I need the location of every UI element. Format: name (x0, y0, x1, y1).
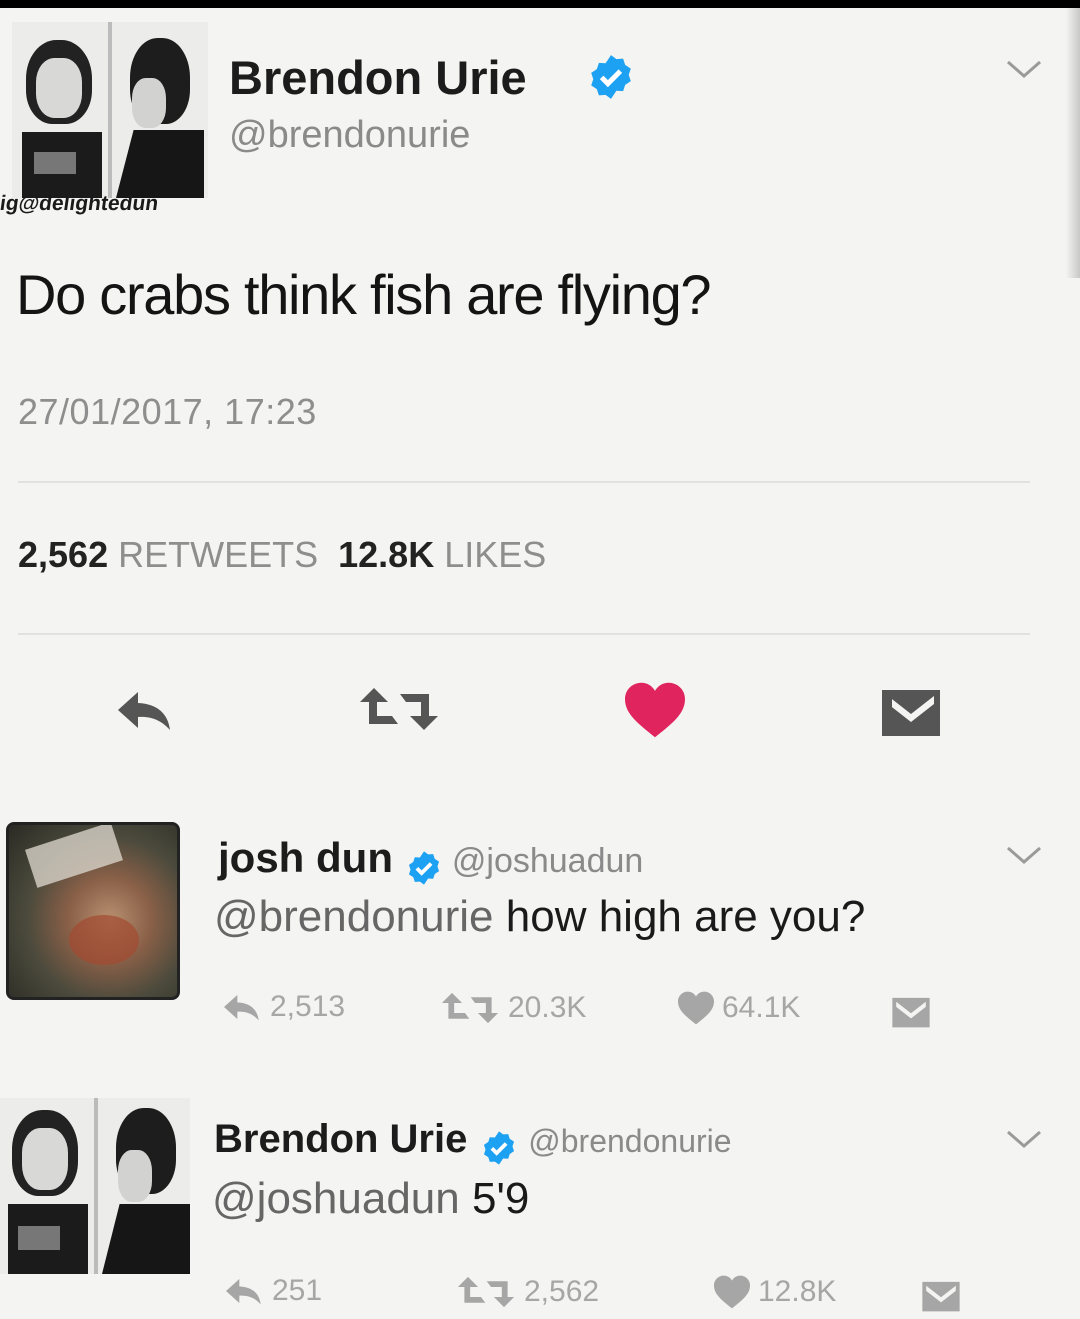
avatar[interactable] (0, 1098, 190, 1274)
retweet-icon (457, 1276, 515, 1308)
mention-link[interactable]: @brendonurie (214, 892, 494, 941)
heart-icon (678, 991, 714, 1025)
envelope-icon[interactable] (878, 684, 944, 740)
reply-text: @joshuadun 5'9 (212, 1174, 529, 1224)
heart-icon[interactable] (622, 680, 688, 740)
reply-author-name[interactable]: josh dun (218, 834, 393, 881)
retweet-icon (441, 992, 499, 1024)
retweets-label[interactable]: RETWEETS (118, 534, 318, 575)
reply-count: 2,513 (270, 990, 346, 1023)
reply-action[interactable]: 2,513 (220, 990, 345, 1024)
reply-header: josh dun @joshuadun (218, 834, 643, 887)
tweet-timestamp: 27/01/2017, 17:23 (18, 391, 317, 432)
avatar[interactable] (12, 22, 208, 198)
reply-arrow-icon (224, 995, 259, 1021)
chevron-down-icon[interactable] (1004, 58, 1044, 82)
reply-action[interactable]: 251 (222, 1274, 322, 1308)
like-count: 12.8K (758, 1275, 837, 1308)
divider (18, 633, 1030, 635)
avatar[interactable] (6, 822, 180, 1000)
divider (18, 481, 1030, 483)
reply-arrow-icon[interactable] (112, 686, 178, 734)
chevron-down-icon[interactable] (1004, 844, 1044, 868)
likes-count: 12.8K (338, 534, 435, 575)
author-handle[interactable]: @brendonurie (229, 114, 470, 157)
verified-badge-icon (409, 851, 440, 885)
verified-badge-icon (483, 1131, 514, 1165)
heart-icon (714, 1275, 750, 1309)
watermark: ig@delightedun (0, 192, 160, 215)
retweet-action[interactable]: 2,562 (454, 1274, 599, 1310)
verified-badge-icon (591, 55, 631, 99)
engagement-stats: 2,562 RETWEETS 12.8K LIKES (18, 534, 546, 576)
top-border (0, 0, 1080, 8)
mention-link[interactable]: @joshuadun (212, 1174, 460, 1223)
reply-body: how high are you? (505, 892, 866, 941)
retweet-count: 2,562 (524, 1275, 600, 1308)
reply-count: 251 (272, 1274, 323, 1307)
reply-arrow-icon (226, 1279, 261, 1305)
reply-author-handle[interactable]: @brendonurie (528, 1123, 731, 1159)
author-name[interactable]: Brendon Urie (229, 50, 527, 105)
tweet-text: Do crabs think fish are flying? (16, 263, 712, 326)
reply-author-name[interactable]: Brendon Urie (214, 1117, 467, 1161)
like-count: 64.1K (722, 991, 801, 1024)
chevron-down-icon[interactable] (1004, 1128, 1044, 1152)
reply-text: @brendonurie how high are you? (214, 892, 865, 942)
envelope-icon[interactable] (888, 994, 934, 1030)
likes-label[interactable]: LIKES (444, 534, 546, 575)
retweet-count: 20.3K (508, 991, 587, 1024)
retweet-icon[interactable] (356, 684, 442, 734)
reply-body: 5'9 (471, 1174, 530, 1223)
reply-header: Brendon Urie @brendonurie (214, 1117, 732, 1167)
like-action[interactable]: 64.1K (676, 990, 800, 1026)
retweets-count: 2,562 (18, 534, 109, 575)
scroll-shadow (1066, 8, 1080, 278)
like-action[interactable]: 12.8K (712, 1274, 836, 1310)
reply-author-handle[interactable]: @joshuadun (452, 842, 643, 880)
envelope-icon[interactable] (918, 1278, 964, 1314)
retweet-action[interactable]: 20.3K (438, 990, 586, 1026)
